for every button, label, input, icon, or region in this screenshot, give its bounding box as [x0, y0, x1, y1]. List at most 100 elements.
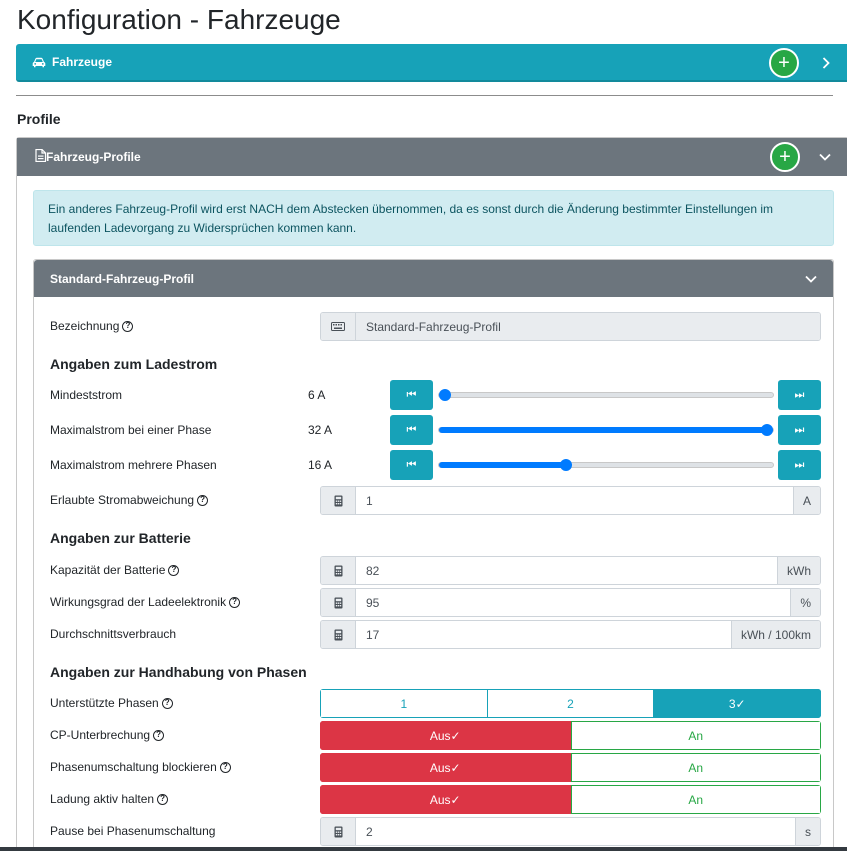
cp-interrupt-row: CP-Unterbrechung? Aus✓ An: [50, 721, 821, 750]
calculator-icon: [321, 818, 356, 845]
name-row: Bezeichnung? Standard-Fahrzeug-Profil: [50, 312, 821, 341]
plus-icon: +: [778, 52, 790, 74]
step-backward-icon: ⏮: [406, 388, 417, 401]
consumption-field[interactable]: 17 kWh / 100km: [320, 620, 821, 649]
help-icon[interactable]: ?: [219, 761, 231, 773]
chevron-right-icon[interactable]: [816, 53, 836, 73]
max-one-phase-increase-button[interactable]: ⏭: [778, 415, 821, 445]
pause-label: Pause bei Phasenumschaltung: [50, 824, 216, 838]
max-multi-phase-row: Maximalstrom mehrere Phasen 16 A ⏮ ⏭: [50, 450, 821, 480]
deviation-unit: A: [792, 487, 820, 514]
min-current-label: Mindeststrom: [50, 388, 123, 402]
file-icon: [35, 148, 47, 165]
efficiency-field[interactable]: 95 %: [320, 588, 821, 617]
step-forward-icon: ⏭: [794, 388, 805, 401]
block-switch-off-button[interactable]: Aus✓: [320, 753, 571, 782]
consumption-input[interactable]: 17: [356, 621, 731, 648]
slider-thumb[interactable]: [559, 459, 572, 471]
min-current-decrease-button[interactable]: ⏮: [390, 380, 433, 410]
calculator-icon: [321, 487, 356, 514]
help-icon[interactable]: ?: [161, 697, 173, 709]
calculator-icon: [321, 621, 356, 648]
battery-heading: Angaben zur Batterie: [50, 530, 191, 546]
profile-section-heading: Profile: [17, 111, 61, 127]
info-alert: Ein anderes Fahrzeug-Profil wird erst NA…: [33, 190, 834, 246]
slider-thumb[interactable]: [761, 424, 773, 436]
help-icon[interactable]: ?: [197, 494, 209, 506]
slider-thumb[interactable]: [439, 389, 451, 401]
step-backward-icon: ⏮: [406, 423, 417, 436]
max-one-phase-label: Maximalstrom bei einer Phase: [50, 423, 212, 437]
pause-unit: s: [795, 818, 820, 845]
block-switch-toggle: Aus✓ An: [320, 753, 821, 782]
add-profile-button[interactable]: +: [770, 142, 800, 172]
consumption-row: Durchschnittsverbrauch 17 kWh / 100km: [50, 620, 821, 649]
max-one-phase-row: Maximalstrom bei einer Phase 32 A ⏮ ⏭: [50, 415, 821, 445]
deviation-input[interactable]: 1: [356, 487, 793, 514]
block-switch-on-button[interactable]: An: [570, 753, 821, 782]
max-multi-phase-decrease-button[interactable]: ⏮: [390, 450, 433, 480]
min-current-slider[interactable]: [438, 389, 774, 401]
vehicles-panel-header[interactable]: Fahrzeuge +: [16, 44, 847, 82]
max-multi-phase-value: 16 A: [308, 458, 333, 472]
consumption-label: Durchschnittsverbrauch: [50, 627, 177, 641]
name-field[interactable]: Standard-Fahrzeug-Profil: [320, 312, 821, 341]
capacity-input[interactable]: 82: [356, 557, 777, 584]
chevron-down-icon[interactable]: [801, 269, 821, 289]
efficiency-input[interactable]: 95: [356, 589, 791, 616]
vehicle-profiles-card: Fahrzeug-Profile + Ein anderes Fahrzeug-…: [16, 137, 847, 851]
deviation-field[interactable]: 1 A: [320, 486, 821, 515]
capacity-label: Kapazität der Batterie?: [50, 563, 180, 577]
plus-icon: +: [779, 146, 791, 168]
consumption-unit: kWh / 100km: [730, 621, 820, 648]
help-icon[interactable]: ?: [153, 729, 165, 741]
help-icon[interactable]: ?: [122, 320, 134, 332]
capacity-field[interactable]: 82 kWh: [320, 556, 821, 585]
cp-interrupt-on-button[interactable]: An: [570, 721, 821, 750]
block-switch-row: Phasenumschaltung blockieren? Aus✓ An: [50, 753, 821, 782]
chevron-down-icon[interactable]: [815, 147, 835, 167]
car-icon: [32, 57, 46, 68]
pause-field[interactable]: 2 s: [320, 817, 821, 846]
slider-fill: [439, 462, 566, 468]
keep-active-on-button[interactable]: An: [570, 785, 821, 814]
standard-profile-title: Standard-Fahrzeug-Profil: [50, 271, 195, 286]
vehicle-profiles-header[interactable]: Fahrzeug-Profile +: [17, 138, 847, 176]
calculator-icon: [321, 557, 356, 584]
add-vehicle-button[interactable]: +: [769, 48, 799, 78]
standard-profile-header[interactable]: Standard-Fahrzeug-Profil: [34, 260, 833, 297]
step-forward-icon: ⏭: [794, 458, 805, 471]
block-switch-label: Phasenumschaltung blockieren?: [50, 760, 231, 774]
phase-option-1[interactable]: 1: [320, 689, 488, 718]
supported-phases-label: Unterstützte Phasen?: [50, 696, 173, 710]
vehicle-profiles-title: Fahrzeug-Profile: [46, 150, 141, 164]
cp-interrupt-toggle: Aus✓ An: [320, 721, 821, 750]
max-one-phase-value: 32 A: [308, 423, 333, 437]
step-forward-icon: ⏭: [794, 423, 805, 436]
help-icon[interactable]: ?: [157, 793, 169, 805]
help-icon[interactable]: ?: [229, 596, 241, 608]
keyboard-icon: [321, 313, 356, 340]
help-icon[interactable]: ?: [168, 564, 180, 576]
slider-fill: [439, 427, 773, 433]
min-current-increase-button[interactable]: ⏭: [778, 380, 821, 410]
max-multi-phase-increase-button[interactable]: ⏭: [778, 450, 821, 480]
pause-input[interactable]: 2: [356, 818, 795, 845]
phase-option-2[interactable]: 2: [487, 689, 655, 718]
max-one-phase-slider[interactable]: [438, 424, 774, 436]
max-one-phase-decrease-button[interactable]: ⏮: [390, 415, 433, 445]
name-label: Bezeichnung?: [50, 319, 134, 333]
keep-active-row: Ladung aktiv halten? Aus✓ An: [50, 785, 821, 814]
max-multi-phase-slider[interactable]: [438, 459, 774, 471]
capacity-unit: kWh: [777, 557, 820, 584]
standard-profile-card: Standard-Fahrzeug-Profil Bezeichnung? St…: [33, 259, 834, 851]
cp-interrupt-off-button[interactable]: Aus✓: [320, 721, 571, 750]
capacity-row: Kapazität der Batterie? 82 kWh: [50, 556, 821, 585]
keep-active-off-button[interactable]: Aus✓: [320, 785, 571, 814]
page-title: Konfiguration - Fahrzeuge: [17, 4, 341, 35]
name-input[interactable]: Standard-Fahrzeug-Profil: [356, 313, 820, 340]
min-current-value: 6 A: [308, 388, 326, 402]
pause-row: Pause bei Phasenumschaltung 2 s: [50, 817, 821, 846]
phase-option-3[interactable]: 3✓: [654, 689, 821, 718]
phases-heading: Angaben zur Handhabung von Phasen: [50, 664, 307, 680]
